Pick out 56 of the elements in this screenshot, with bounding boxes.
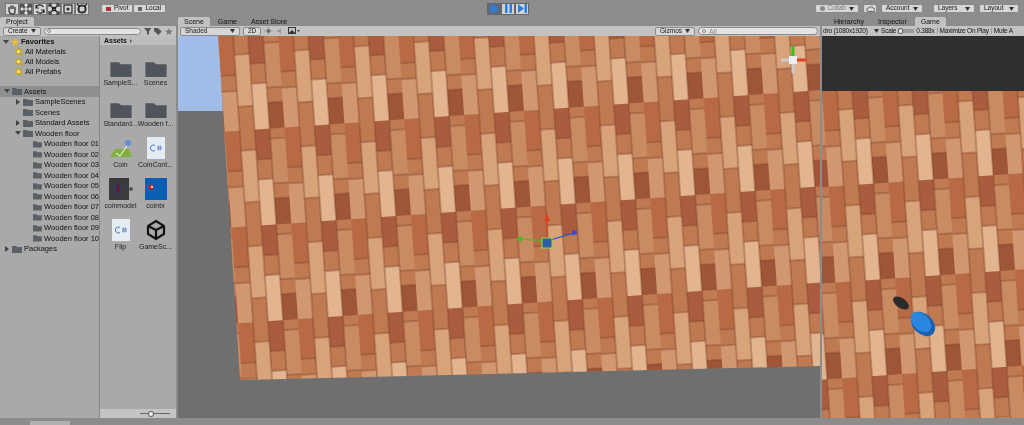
sun-icon[interactable]	[264, 27, 274, 35]
expanded-arrow-icon	[3, 39, 9, 45]
rect-tool-icon	[62, 2, 74, 15]
unity-cube-icon	[144, 219, 167, 241]
tool-button[interactable]	[47, 2, 61, 15]
folder-icon	[144, 60, 167, 77]
collapsed-arrow-icon[interactable]	[4, 245, 10, 252]
tool-button[interactable]	[33, 2, 47, 15]
script-file-icon	[146, 137, 165, 159]
caret-icon	[874, 29, 879, 33]
pause-icon	[503, 4, 513, 13]
tool-button[interactable]	[19, 2, 33, 15]
cloud-button[interactable]	[863, 4, 877, 13]
expanded-arrow-icon[interactable]	[15, 130, 21, 137]
tool-button[interactable]	[5, 2, 19, 15]
caret-icon	[230, 29, 235, 33]
search-icon	[46, 28, 52, 34]
scale-icon	[48, 2, 60, 15]
step-icon	[517, 4, 527, 13]
material-icon	[109, 139, 132, 159]
play-icon	[489, 4, 499, 13]
collapsed-arrow-icon[interactable]	[15, 119, 21, 126]
cloud-icon	[865, 5, 875, 12]
transform-icon	[76, 2, 88, 15]
tool-button[interactable]	[75, 2, 89, 15]
rotate-icon	[34, 2, 46, 15]
caret-icon	[1009, 6, 1014, 11]
search-icon	[15, 58, 23, 66]
search-icon	[702, 28, 707, 34]
folder-icon	[12, 244, 22, 253]
folder-icon	[144, 101, 167, 118]
star-icon	[11, 38, 19, 46]
image-icon[interactable]	[288, 27, 301, 35]
chevron-right-icon	[128, 38, 133, 43]
caret-icon	[849, 6, 854, 11]
folder-icon	[109, 101, 132, 118]
tool-button[interactable]	[61, 2, 75, 15]
search-icon	[15, 48, 23, 56]
model-thumbnail-icon	[108, 178, 133, 200]
caret-icon	[913, 6, 918, 11]
script-file-icon	[111, 219, 130, 241]
folder-icon	[109, 60, 132, 77]
caret-icon	[965, 6, 970, 11]
move-arrows-icon	[20, 2, 32, 15]
caret-icon	[30, 29, 36, 33]
pause-button[interactable]	[501, 2, 515, 15]
slider-thumb[interactable]	[149, 411, 154, 416]
search-icon	[15, 68, 23, 76]
star-icon[interactable]	[165, 27, 173, 35]
scale-slider[interactable]	[898, 29, 915, 33]
caret-icon	[685, 29, 690, 33]
collapsed-arrow-icon[interactable]	[15, 98, 21, 105]
expanded-arrow-icon[interactable]	[4, 88, 10, 95]
texture-thumbnail-icon	[144, 178, 167, 200]
search-field[interactable]	[43, 27, 141, 35]
step-button[interactable]	[515, 2, 529, 15]
